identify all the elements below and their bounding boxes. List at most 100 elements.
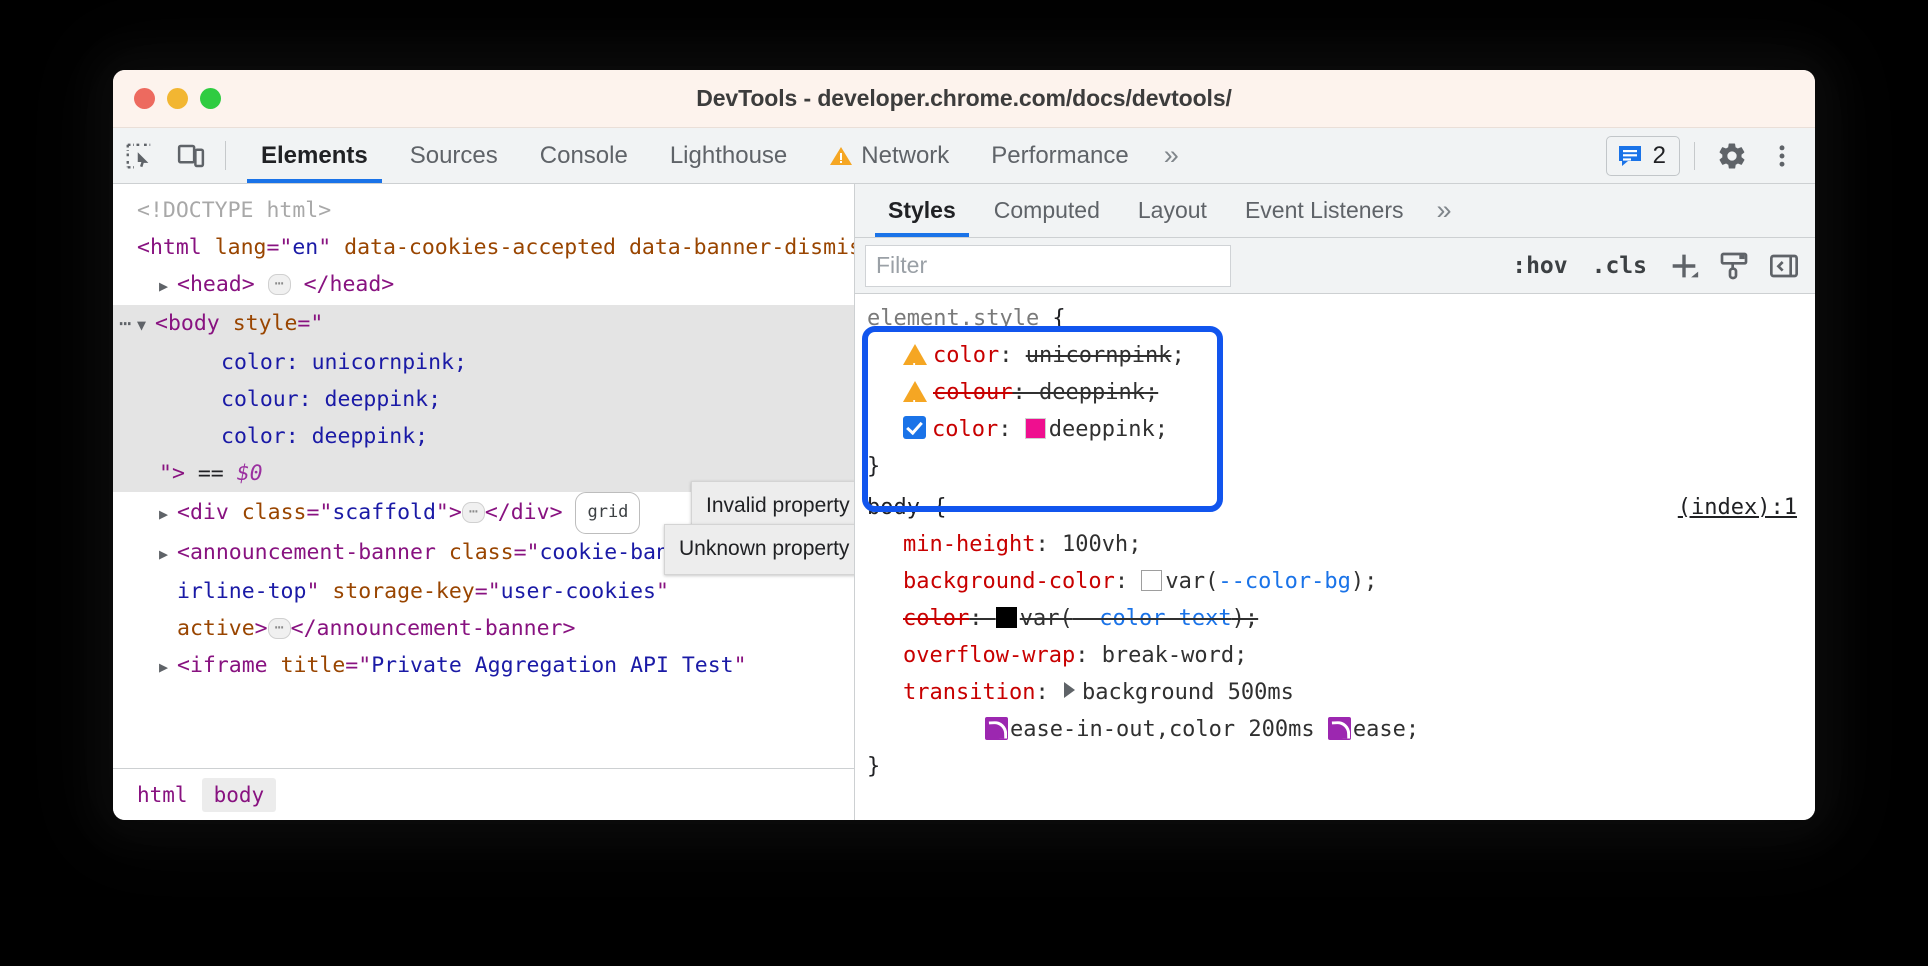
property-name[interactable]: min-height [903,532,1035,557]
collapse-arrow-body-icon[interactable]: ▼ [137,307,155,344]
tab-layout[interactable]: Layout [1119,184,1226,237]
node-more-dots-icon[interactable]: ⋯ [119,305,133,342]
easing-curve-icon[interactable] [1328,717,1351,740]
dom-tree[interactable]: <!DOCTYPE html> <html lang="en" data-coo… [113,184,854,768]
property-name[interactable]: color [933,343,999,368]
elements-panel: <!DOCTYPE html> <html lang="en" data-coo… [113,184,855,820]
gear-icon[interactable] [1709,133,1755,179]
collapsed-children-icon[interactable]: ⋯ [268,274,291,295]
color-swatch-background[interactable] [1141,570,1162,591]
issues-badge[interactable]: 2 [1606,136,1680,176]
dom-line-style-colour-2[interactable]: colour: deeppink; [113,381,854,418]
warning-triangle-icon [829,145,853,167]
device-toolbar-icon[interactable] [165,128,217,183]
collapsed-children-icon[interactable]: ⋯ [268,618,291,639]
easing-curve-icon[interactable] [985,717,1008,740]
tab-styles[interactable]: Styles [869,184,975,237]
panel-tabs: Elements Sources Console Lighthouse [240,128,1189,183]
issues-count: 2 [1653,142,1666,170]
css-rule-element-style[interactable]: element.style { color: unicornpink; colo… [855,300,1815,485]
element-classes-cls-button[interactable]: .cls [1582,253,1657,279]
tooltip-unknown-property-name: Unknown property name [664,524,854,575]
rule-close-brace: } [867,448,1815,485]
property-name[interactable]: transition [903,680,1035,705]
color-swatch-deeppink[interactable] [1025,418,1046,439]
selector-text: body [867,495,920,520]
property-name[interactable]: background-color [903,569,1115,594]
property-name[interactable]: overflow-wrap [903,643,1075,668]
dom-line-head[interactable]: ▶<head> ⋯ </head> [113,266,854,305]
plus-icon[interactable] [1661,243,1707,289]
property-name[interactable]: color [932,417,998,442]
dom-line-iframe[interactable]: ▶<iframe title="Private Aggregation API … [113,647,854,686]
inspect-element-icon[interactable] [113,128,165,183]
attr-class-div: class [242,500,307,525]
declaration-min-height[interactable]: min-height: 100vh; [867,526,1815,563]
dom-line-body-open[interactable]: ⋯▼<body style=" [113,305,854,344]
dom-line-style-color-3[interactable]: color: deeppink; [113,418,854,455]
rule-close-brace: } [867,748,1815,785]
devtools-window: DevTools - developer.chrome.com/docs/dev… [113,70,1815,820]
property-name[interactable]: color [903,606,969,631]
styles-more-tabs-chevron-icon[interactable]: » [1422,184,1461,237]
declaration-color-unicornpink[interactable]: color: unicornpink; [867,337,1815,374]
tab-network[interactable]: Network [808,128,970,183]
declaration-color-deeppink-active[interactable]: color: deeppink; [867,411,1815,448]
css-variable-name[interactable]: --color-bg [1218,569,1350,594]
expand-arrow-iframe-icon[interactable]: ▶ [159,649,177,686]
tab-event-listeners[interactable]: Event Listeners [1226,184,1423,237]
collapsed-children-icon[interactable]: ⋯ [462,502,485,523]
window-title: DevTools - developer.chrome.com/docs/dev… [113,85,1815,112]
dom-line-doctype[interactable]: <!DOCTYPE html> [113,192,854,229]
dom-line-banner-cont-2[interactable]: active>⋯</announcement-banner> [113,610,854,647]
declaration-background-color[interactable]: background-color: var(--color-bg); [867,563,1815,600]
property-value[interactable]: deeppink [1039,380,1145,405]
tab-elements[interactable]: Elements [240,128,389,183]
css-rules-list[interactable]: element.style { color: unicornpink; colo… [855,294,1815,820]
declaration-colour-deeppink[interactable]: colour: deeppink; [867,374,1815,411]
expand-arrow-head-icon[interactable]: ▶ [159,268,177,305]
force-state-hov-button[interactable]: :hov [1502,253,1577,279]
grid-badge[interactable]: grid [575,492,640,534]
css-variable-name[interactable]: --color-text [1073,606,1232,631]
more-tabs-chevron-icon[interactable]: » [1150,128,1189,183]
styles-sidebar-tabs: Styles Computed Layout Event Listeners » [855,184,1815,238]
property-value[interactable]: break-word [1102,643,1234,668]
tab-console[interactable]: Console [519,128,649,183]
expand-shorthand-arrow-icon[interactable] [1064,682,1075,698]
tab-lighthouse[interactable]: Lighthouse [649,128,808,183]
checkbox-enabled-icon[interactable] [903,416,926,439]
expand-arrow-div-icon[interactable]: ▶ [159,496,177,533]
tab-sources[interactable]: Sources [389,128,519,183]
toggle-sidebar-icon[interactable] [1761,243,1807,289]
property-value[interactable]: 100vh [1062,532,1128,557]
declaration-color-overridden[interactable]: color: var(--color-text); [867,600,1815,637]
attr-title-value: Private Aggregation API Test [371,653,733,678]
property-name[interactable]: colour [933,380,1012,405]
tab-computed[interactable]: Computed [975,184,1119,237]
dom-line-style-color-1[interactable]: color: unicornpink; [113,344,854,381]
breadcrumb-item-html[interactable]: html [125,778,200,812]
three-dot-menu-icon[interactable] [1759,133,1805,179]
stylesheet-source-link[interactable]: (index):1 [1678,489,1797,526]
dom-line-html-open[interactable]: <html lang="en" data-cookies-accepted da… [113,229,854,266]
property-value[interactable]: unicornpink [1026,343,1172,368]
color-swatch-text[interactable] [996,607,1017,628]
property-value[interactable]: deeppink [1049,417,1155,442]
selector-element-style[interactable]: element.style { [867,300,1815,337]
paint-brush-icon[interactable] [1711,243,1757,289]
filter-input[interactable]: Filter [865,245,1231,287]
css-rule-body[interactable]: body { (index):1 min-height: 100vh; back… [855,489,1815,785]
dom-line-banner-cont-1[interactable]: irline-top" storage-key="user-cookies" [113,573,854,610]
tab-performance[interactable]: Performance [970,128,1149,183]
declaration-transition[interactable]: transition: background 500ms [867,674,1815,711]
breadcrumb-item-body[interactable]: body [202,778,277,812]
declaration-overflow-wrap[interactable]: overflow-wrap: break-word; [867,637,1815,674]
expand-arrow-banner-icon[interactable]: ▶ [159,536,177,573]
selected-node-ref: $0 [237,461,263,486]
doctype-text: <!DOCTYPE html> [137,198,331,223]
issues-speech-bubble-icon [1617,144,1643,168]
declaration-transition-cont[interactable]: ease-in-out,color 200ms ease; [867,711,1815,748]
tab-sources-label: Sources [410,142,498,170]
selector-body-row[interactable]: body { (index):1 [867,489,1815,526]
